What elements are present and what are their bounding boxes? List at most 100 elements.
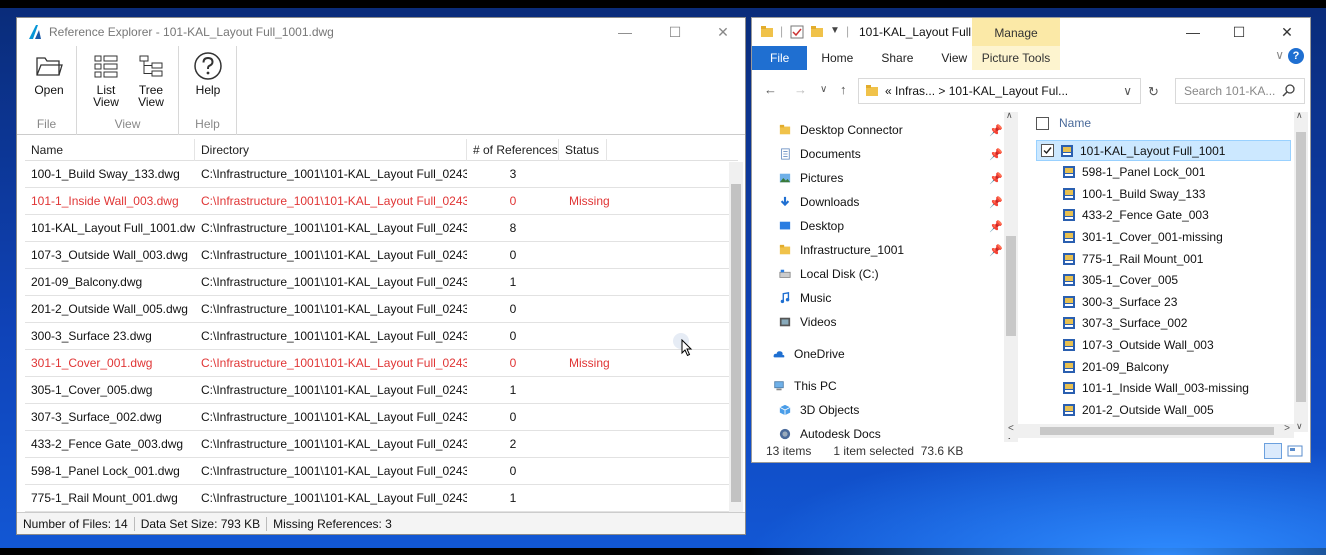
downloads-icon: [780, 196, 790, 207]
refresh-icon[interactable]: ↻: [1148, 84, 1159, 100]
close-button[interactable]: ✕: [700, 18, 746, 46]
up-arrow-icon[interactable]: ↑: [840, 82, 847, 97]
tab-home[interactable]: Home: [807, 46, 867, 70]
properties-icon[interactable]: [790, 25, 804, 39]
table-row[interactable]: 775-1_Rail Mount_001.dwg C:\Infrastructur…: [25, 485, 738, 512]
table-row[interactable]: 100-1_Build Sway_133.dwg C:\Infrastructur…: [25, 161, 738, 188]
column-header-status[interactable]: Status: [559, 139, 607, 161]
file-item[interactable]: 201-09_Balcony: [1036, 356, 1291, 377]
pin-icon[interactable]: 📌: [989, 196, 1003, 209]
chevron-down-icon[interactable]: ∨: [1123, 84, 1132, 98]
nav-item[interactable]: This PC: [752, 374, 1002, 398]
search-input[interactable]: Search 101-KA...: [1175, 78, 1305, 104]
tab-manage[interactable]: Manage: [972, 18, 1060, 46]
tab-picture-tools[interactable]: Picture Tools: [972, 46, 1060, 70]
column-header-name[interactable]: Name: [1059, 116, 1091, 130]
reference-explorer-window: Reference Explorer - 101-KAL_Layout Full…: [16, 17, 746, 535]
maximize-button[interactable]: ☐: [652, 18, 698, 46]
large-icons-view-icon[interactable]: [1286, 443, 1304, 459]
scrollbar-thumb[interactable]: [1006, 236, 1016, 336]
nav-item[interactable]: Pictures 📌: [752, 166, 1003, 190]
select-all-checkbox[interactable]: [1036, 116, 1049, 130]
table-scrollbar[interactable]: [729, 162, 743, 512]
pin-icon[interactable]: 📌: [989, 244, 1003, 257]
scrollbar-thumb[interactable]: [1040, 427, 1274, 435]
nav-item[interactable]: 3D Objects: [752, 398, 1002, 422]
table-row[interactable]: 307-3_Surface_002.dwg C:\Infrastructure_1…: [25, 404, 738, 431]
dwg-file-icon: [1063, 274, 1075, 287]
minimize-button[interactable]: —: [602, 18, 648, 46]
mouse-cursor-icon: [681, 339, 693, 357]
list-view-button[interactable]: List View: [86, 52, 126, 108]
tab-file[interactable]: File: [752, 46, 808, 70]
nav-item[interactable]: Music: [752, 286, 1002, 310]
maximize-button[interactable]: ☐: [1216, 18, 1262, 46]
column-header-directory[interactable]: Directory: [195, 139, 467, 161]
table-row[interactable]: 201-2_Outside Wall_005.dwg C:\Infrastruct…: [25, 296, 738, 323]
file-item[interactable]: 307-3_Surface_002: [1036, 313, 1291, 334]
scrollbar-thumb[interactable]: [731, 184, 741, 502]
forward-arrow-icon[interactable]: →: [794, 82, 807, 97]
table-row[interactable]: 101-1_Inside Wall_003.dwg C:\Infrastructu…: [25, 188, 738, 215]
back-arrow-icon[interactable]: ←: [764, 82, 777, 97]
details-view-icon[interactable]: [1264, 443, 1282, 459]
pin-icon[interactable]: 📌: [989, 220, 1003, 233]
nav-item[interactable]: Desktop 📌: [752, 214, 1003, 238]
recent-locations-icon[interactable]: ∨: [820, 84, 827, 95]
nav-item[interactable]: OneDrive: [752, 342, 1002, 366]
column-header-name[interactable]: Name: [25, 139, 195, 161]
folder-icon: [779, 124, 791, 135]
file-item[interactable]: 101-KAL_Layout Full_1001: [1036, 140, 1291, 161]
item-count: 13 items: [766, 444, 812, 458]
scrollbar-thumb[interactable]: [1296, 132, 1306, 402]
pin-icon[interactable]: 📌: [989, 124, 1003, 137]
file-item[interactable]: 300-3_Surface 23: [1036, 291, 1291, 312]
file-item[interactable]: 775-1_Rail Mount_001: [1036, 248, 1291, 269]
file-item[interactable]: 100-1_Build Sway_133: [1036, 183, 1291, 204]
file-item[interactable]: 305-1_Cover_005: [1036, 270, 1291, 291]
file-item[interactable]: 107-3_Outside Wall_003: [1036, 334, 1291, 355]
close-button[interactable]: ✕: [1264, 18, 1310, 46]
nav-item[interactable]: Local Disk (C:): [752, 262, 1002, 286]
files-scrollbar[interactable]: ∧ ∨: [1294, 110, 1308, 432]
file-item[interactable]: 598-1_Panel Lock_001: [1036, 162, 1291, 183]
open-button[interactable]: Open: [29, 52, 69, 96]
address-bar[interactable]: « Infras... > 101-KAL_Layout Ful... ∨: [858, 78, 1141, 104]
file-item[interactable]: 201-2_Outside Wall_005: [1036, 399, 1291, 420]
help-button[interactable]: Help: [188, 52, 228, 96]
nav-item[interactable]: Videos: [752, 310, 1002, 334]
tab-view[interactable]: View: [927, 46, 981, 70]
table-row[interactable]: 107-3_Outside Wall_003.dwg C:\Infrastruct…: [25, 242, 738, 269]
pin-icon[interactable]: 📌: [989, 172, 1003, 185]
column-header-references[interactable]: # of References: [467, 139, 559, 161]
nav-item[interactable]: Infrastructure_1001 📌: [752, 238, 1003, 262]
table-row[interactable]: 201-09_Balcony.dwg C:\Infrastructure_1001…: [25, 269, 738, 296]
file-item[interactable]: 433-2_Fence Gate_003: [1036, 205, 1291, 226]
tab-share[interactable]: Share: [867, 46, 927, 70]
horizontal-scrollbar[interactable]: < >: [1004, 423, 1294, 438]
help-icon[interactable]: ?: [1288, 48, 1304, 64]
nav-item[interactable]: Downloads 📌: [752, 190, 1003, 214]
navigation-scrollbar[interactable]: ∧ ∨: [1004, 110, 1018, 442]
minimize-button[interactable]: —: [1170, 18, 1216, 46]
new-folder-icon[interactable]: [810, 25, 824, 39]
table-row[interactable]: 300-3_Surface 23.dwg C:\Infrastructure_10…: [25, 323, 738, 350]
videos-icon: [779, 317, 791, 327]
file-item[interactable]: 101-1_Inside Wall_003-missing: [1036, 378, 1291, 399]
table-row[interactable]: 101-KAL_Layout Full_1001.dwg C:\Infrastru…: [25, 215, 738, 242]
chevron-down-icon[interactable]: ∨: [1275, 48, 1284, 62]
nav-item[interactable]: Desktop Connector 📌: [752, 118, 1003, 142]
cell-references: 8: [509, 221, 517, 235]
pin-icon[interactable]: 📌: [989, 148, 1003, 161]
nav-item[interactable]: Autodesk Docs: [752, 422, 1002, 442]
item-checkbox[interactable]: [1041, 144, 1054, 157]
file-item[interactable]: 301-1_Cover_001-missing: [1036, 226, 1291, 247]
tree-view-button[interactable]: Tree View: [131, 52, 171, 108]
table-row[interactable]: 433-2_Fence Gate_003.dwg C:\Infrastructur…: [25, 431, 738, 458]
customize-dropdown-icon[interactable]: ▼: [830, 25, 840, 36]
open-folder-icon: [36, 57, 63, 76]
table-row[interactable]: 305-1_Cover_005.dwg C:\Infrastructure_100…: [25, 377, 738, 404]
table-row[interactable]: 598-1_Panel Lock_001.dwg C:\Infrastructur…: [25, 458, 738, 485]
nav-item[interactable]: Documents 📌: [752, 142, 1003, 166]
table-row[interactable]: 301-1_Cover_001.dwg C:\Infrastructure_100…: [25, 350, 738, 377]
